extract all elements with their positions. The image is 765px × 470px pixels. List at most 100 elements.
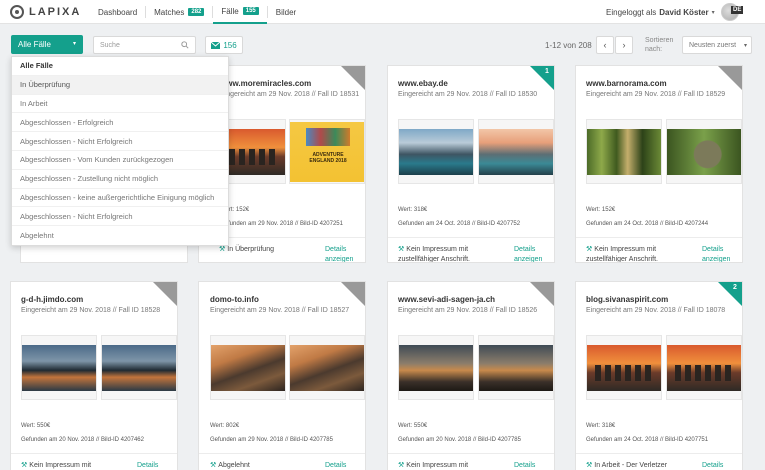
filter-option-rejected[interactable]: Abgelehnt	[12, 226, 228, 245]
case-corner-count: 2	[733, 284, 737, 291]
case-corner-marker: 2	[718, 282, 742, 306]
messages-button[interactable]: 156	[205, 36, 243, 54]
case-found: Gefunden am 20 Nov. 2018 // Bild-ID 4207…	[21, 437, 144, 443]
language-switch[interactable]: DE	[721, 3, 745, 21]
user-menu[interactable]: Eingeloggt als David Köster ▾	[606, 0, 715, 24]
hammer-icon: ⚒	[219, 246, 226, 253]
case-domain[interactable]: www.moremiracles.com	[220, 79, 311, 88]
found-image[interactable]	[289, 335, 365, 400]
sort-label-line2: nach:	[645, 46, 663, 53]
search-input[interactable]: Suche	[93, 36, 196, 54]
case-domain[interactable]: domo-to.info	[210, 295, 259, 304]
case-domain[interactable]: g-d-h.jimdo.com	[21, 295, 83, 304]
stonehenge-photo	[667, 344, 741, 391]
hammer-icon: ⚒	[586, 462, 593, 469]
case-card[interactable]: www.barnorama.com Eingereicht am 29 Nov.…	[575, 65, 743, 263]
found-image[interactable]	[666, 119, 742, 184]
prev-page-button[interactable]: ‹	[596, 36, 614, 54]
hammer-icon: ⚒	[21, 462, 28, 469]
filter-option-all[interactable]: Alle Fälle	[12, 57, 228, 76]
sort-select[interactable]: Neusten zuerst ▾	[682, 36, 752, 54]
case-meta: Eingereicht am 29 Nov. 2018 // Fall ID 1…	[220, 91, 360, 98]
found-image[interactable]	[101, 335, 177, 400]
filter-option-in-progress[interactable]: In Arbeit	[12, 95, 228, 114]
case-status: ⚒Kein Impressum mit zustellfähiger Ansch…	[398, 461, 498, 470]
details-link[interactable]: Details anzeigen	[702, 245, 742, 262]
case-domain[interactable]: blog.sivanaspirit.com	[586, 295, 668, 304]
lapixa-logo[interactable]: LAPIXA	[10, 5, 81, 19]
mountain-photo	[22, 344, 96, 391]
case-value: Wert: 550€	[21, 423, 51, 429]
case-filter-button[interactable]: Alle Fälle ▾	[11, 35, 83, 54]
case-card[interactable]: 2 blog.sivanaspirit.com Eingereicht am 2…	[575, 281, 743, 470]
found-image[interactable]	[666, 335, 742, 400]
nav-matches[interactable]: Matches 282	[146, 0, 212, 24]
case-status-text: Kein Impressum mit zustellfähiger Anschr…	[586, 246, 658, 263]
found-image[interactable]: ADVENTURE ENGLAND 2018	[289, 119, 365, 184]
mountain-lake-photo	[479, 128, 553, 175]
filter-option-closed-success[interactable]: Abgeschlossen - Erfolgreich	[12, 113, 228, 133]
case-domain[interactable]: www.ebay.de	[398, 79, 448, 88]
nav-matches-label: Matches	[154, 7, 185, 17]
case-filter-label: Alle Fälle	[18, 40, 51, 49]
next-page-button[interactable]: ›	[615, 36, 633, 54]
book-cover-title: ADVENTURE ENGLAND 2018	[309, 151, 347, 164]
case-status: ⚒ In Überprüfung	[219, 245, 319, 255]
filter-option-closed-failed[interactable]: Abgeschlossen - Nicht Erfolgreich	[12, 132, 228, 151]
card-divider	[11, 453, 177, 454]
nav-bilder[interactable]: Bilder	[268, 0, 304, 24]
filter-option-closed-failed-2[interactable]: Abgeschlossen - Nicht Erfolgreich	[12, 207, 228, 227]
original-image[interactable]	[586, 119, 662, 184]
details-link[interactable]: Details anzeigen	[702, 461, 742, 470]
hammer-icon: ⚒	[398, 246, 405, 253]
case-corner-marker: 1	[530, 66, 554, 90]
filter-option-closed-no-settlement[interactable]: Abgeschlossen - keine außergerichtliche …	[12, 189, 228, 208]
nav-faelle[interactable]: Fälle 155	[213, 0, 267, 24]
case-value: Wert: 318€	[586, 423, 616, 429]
original-image[interactable]	[210, 335, 286, 400]
mountain-photo	[102, 344, 176, 391]
filter-option-closed-withdrawn[interactable]: Abgeschlossen - Vom Kunden zurückgezogen	[12, 151, 228, 170]
case-domain[interactable]: www.barnorama.com	[586, 79, 667, 88]
case-status: ⚒ Abgelehnt	[210, 461, 310, 470]
case-card[interactable]: g-d-h.jimdo.com Eingereicht am 29 Nov. 2…	[10, 281, 178, 470]
stonehenge-photo	[587, 344, 661, 391]
chevron-left-icon: ‹	[603, 40, 607, 50]
user-name: David Köster	[659, 7, 709, 17]
case-status: ⚒In Arbeit - Der Verletzer wurde benachr…	[586, 461, 686, 470]
case-corner-marker	[341, 66, 365, 90]
case-meta: Eingereicht am 29 Nov. 2018 // Fall ID 1…	[586, 91, 726, 98]
case-card[interactable]: 1 www.ebay.de Eingereicht am 29 Nov. 201…	[387, 65, 555, 263]
original-image[interactable]	[21, 335, 97, 400]
details-link[interactable]: Details anzeigen	[325, 461, 365, 470]
case-status: ⚒Kein Impressum mit zustellfähiger Ansch…	[586, 245, 686, 263]
case-card[interactable]: www.sevi-adi-sagen-ja.ch Eingereicht am …	[387, 281, 555, 470]
case-meta: Eingereicht am 29 Nov. 2018 // Fall ID 1…	[398, 91, 538, 98]
original-image[interactable]	[586, 335, 662, 400]
case-meta: Eingereicht am 29 Nov. 2018 // Fall ID 1…	[398, 307, 538, 314]
nav-dashboard[interactable]: Dashboard	[90, 0, 145, 24]
card-divider	[576, 453, 742, 454]
forest-photo	[667, 128, 741, 175]
filter-option-closed-undeliverable[interactable]: Abgeschlossen - Zustellung nicht möglich	[12, 170, 228, 189]
details-link[interactable]: Details anzeigen	[325, 245, 365, 262]
found-image[interactable]	[478, 119, 554, 184]
original-image[interactable]	[398, 119, 474, 184]
book-cover-photo: ADVENTURE ENGLAND 2018	[290, 121, 364, 182]
details-link[interactable]: Details anzeigen	[514, 461, 554, 470]
case-domain[interactable]: www.sevi-adi-sagen-ja.ch	[398, 295, 495, 304]
nav-faelle-label: Fälle	[221, 6, 239, 16]
case-value: Wert: 152€	[586, 207, 616, 213]
logo-mark-icon	[10, 5, 24, 19]
card-divider	[388, 237, 554, 238]
mountain-photo	[399, 344, 473, 391]
case-corner-marker	[341, 282, 365, 306]
card-divider	[199, 453, 365, 454]
found-image[interactable]	[478, 335, 554, 400]
details-link[interactable]: Details anzeigen	[514, 245, 554, 262]
details-link[interactable]: Details anzeigen	[137, 461, 177, 470]
hammer-icon: ⚒	[586, 246, 593, 253]
original-image[interactable]	[398, 335, 474, 400]
case-card[interactable]: domo-to.info Eingereicht am 29 Nov. 2018…	[198, 281, 366, 470]
filter-option-in-review[interactable]: In Überprüfung	[12, 75, 228, 95]
